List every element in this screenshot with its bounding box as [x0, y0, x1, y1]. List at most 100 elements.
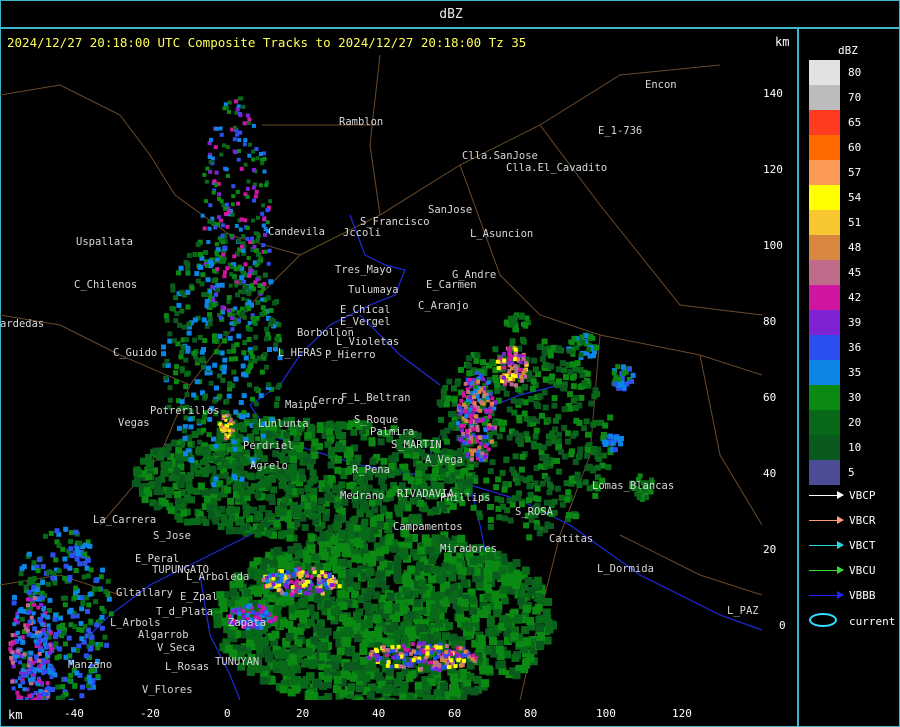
echo-cell: [385, 624, 394, 633]
echo-cell: [612, 381, 618, 387]
echo-cell: [27, 619, 32, 624]
echo-cell: [319, 534, 327, 542]
radar-map[interactable]: Ramblon Clla.SanJose Clla.El_Cavadito E_1-7…: [0, 55, 762, 700]
echo-cell: [487, 524, 494, 530]
echo-cell: [180, 509, 188, 517]
echo-cell: [214, 349, 219, 355]
echo-cell: [465, 623, 473, 632]
echo-cell: [563, 480, 570, 487]
echo-cell: [352, 611, 361, 620]
echo-cell: [285, 596, 294, 605]
echo-cell: [486, 425, 491, 430]
legend-swatch-label: 10: [848, 441, 862, 454]
echo-cell: [448, 564, 457, 573]
echo-cell: [68, 672, 74, 678]
echo-cell: [455, 653, 460, 658]
legend-swatch-label: 65: [848, 116, 862, 129]
echo-cell: [471, 427, 476, 432]
echo-cell: [37, 651, 42, 656]
echo-cell: [66, 635, 72, 641]
echo-cell: [309, 469, 317, 477]
echo-cell: [82, 551, 88, 557]
echo-cell: [265, 220, 270, 225]
echo-cell: [46, 569, 52, 575]
echo-cell: [518, 314, 524, 320]
echo-cell: [347, 532, 355, 540]
echo-cell: [417, 641, 422, 646]
echo-cell: [250, 610, 255, 615]
echo-cell: [402, 586, 411, 595]
y-tick: 40: [763, 467, 777, 480]
echo-cell: [202, 172, 207, 177]
echo-cell: [293, 510, 301, 518]
echo-cell: [231, 421, 235, 425]
echo-cell: [527, 491, 534, 498]
echo-cell: [262, 169, 267, 174]
place-label: Catitas: [549, 533, 593, 545]
y-tick: 20: [763, 543, 777, 556]
echo-cell: [584, 370, 591, 377]
echo-cell: [314, 588, 319, 593]
echo-cell: [486, 380, 491, 385]
echo-cell: [262, 282, 267, 287]
echo-cell: [68, 538, 74, 544]
echo-cell: [524, 436, 531, 443]
echo-cell: [473, 357, 480, 364]
echo-cell: [564, 496, 571, 503]
echo-cell: [531, 579, 540, 588]
echo-cell: [73, 568, 79, 573]
echo-cell: [88, 645, 94, 651]
echo-cell: [373, 614, 381, 623]
echo-cell: [213, 443, 219, 449]
echo-cell: [231, 184, 236, 189]
echo-cell: [226, 295, 232, 301]
echo-cell: [63, 691, 69, 697]
echo-cell: [301, 647, 310, 656]
echo-cell: [185, 270, 191, 276]
echo-cell: [588, 333, 594, 339]
echo-cell: [222, 364, 227, 370]
echo-cell: [331, 662, 340, 670]
echo-cell: [72, 682, 78, 688]
echo-cell: [328, 449, 335, 457]
echo-cell: [185, 348, 191, 354]
echo-cell: [512, 671, 521, 680]
echo-cell: [262, 217, 267, 222]
echo-cell: [242, 279, 247, 284]
echo-cell: [51, 570, 57, 576]
echo-cell: [233, 506, 241, 514]
track-arrow-icon: [809, 566, 844, 574]
echo-cell: [248, 603, 253, 608]
place-label: La_Carrera: [93, 514, 156, 526]
echo-cell: [231, 439, 237, 445]
echo-cell: [296, 445, 304, 453]
echo-cell: [87, 591, 93, 597]
echo-cell: [76, 643, 82, 649]
echo-cell: [304, 431, 312, 439]
echo-cell: [224, 486, 232, 494]
echo-cell: [239, 476, 245, 482]
echo-cell: [463, 686, 472, 695]
echo-cell: [11, 640, 16, 645]
echo-cell: [477, 555, 486, 564]
echo-cell: [191, 350, 197, 356]
echo-cell: [536, 343, 543, 350]
echo-cell: [449, 696, 458, 700]
echo-cell: [243, 138, 248, 143]
echo-cell: [191, 392, 197, 398]
echo-cell: [243, 355, 249, 361]
echo-cell: [495, 645, 504, 654]
echo-cell: [542, 362, 549, 368]
place-label: Clla.SanJose: [462, 150, 538, 162]
echo-cell: [62, 602, 68, 608]
echo-cell: [298, 574, 303, 579]
echo-cell: [43, 669, 48, 674]
place-label: V_Flores: [142, 684, 193, 696]
echo-cell: [212, 398, 218, 404]
echo-cell: [430, 473, 438, 481]
echo-cell: [36, 642, 40, 647]
echo-cell: [104, 642, 110, 648]
echo-cell: [391, 655, 396, 660]
echo-cell: [221, 369, 227, 375]
echo-cell: [62, 641, 68, 647]
